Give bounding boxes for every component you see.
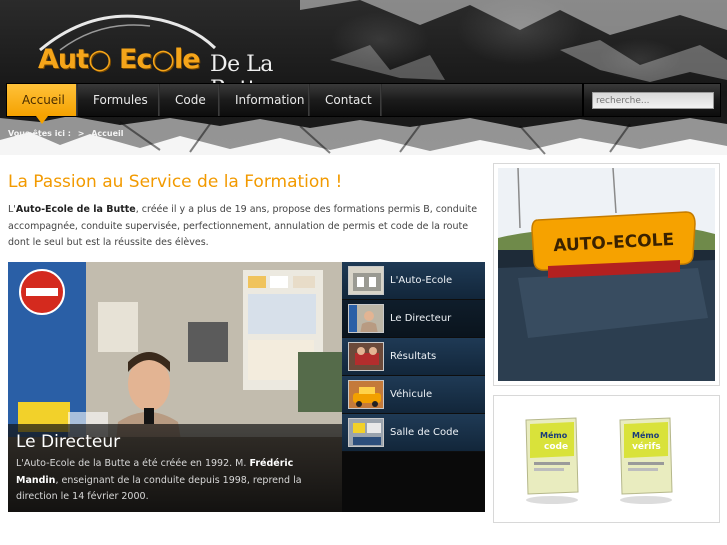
caption-post: , enseignant de la conduite depuis 1998,… xyxy=(16,474,302,503)
nav-item-formules[interactable]: Formules xyxy=(78,84,160,116)
site-logo[interactable]: Aut○ Ec○le De La Butte xyxy=(30,6,300,102)
logo-main-text: Aut○ Ec○le xyxy=(38,44,201,75)
slide-item-label: Salle de Code xyxy=(390,427,459,438)
memo2-line2: vérifs xyxy=(632,441,661,452)
sidebar-photo-box[interactable]: AUTO-ECOLE xyxy=(493,163,720,386)
search-input[interactable] xyxy=(592,92,714,109)
search-bar xyxy=(583,83,721,117)
slide-caption-title: Le Directeur xyxy=(16,432,121,452)
memo1-line2: code xyxy=(544,442,568,452)
auto-ecole-sign-photo: AUTO-ECOLE xyxy=(498,168,715,381)
results-thumbnail xyxy=(348,342,384,371)
memo-books-box[interactable]: Mémo code Mémo vérifs xyxy=(493,395,720,523)
site-header: Aut○ Ec○le De La Butte Accueil Formules … xyxy=(0,0,727,155)
nav-item-accueil[interactable]: Accueil xyxy=(7,84,78,124)
slide-item-vehicule[interactable]: Véhicule xyxy=(342,376,485,414)
main-nav: Accueil Formules Code Information Contac… xyxy=(6,83,583,124)
slide-item-label: L'Auto-Ecole xyxy=(390,275,453,286)
intro-school-name: Auto-Ecole de la Butte xyxy=(15,204,136,215)
vehicle-thumbnail xyxy=(348,380,384,409)
director-thumbnail xyxy=(348,304,384,333)
memo-books-illustration: Mémo code Mémo vérifs xyxy=(525,417,673,504)
breadcrumb-prefix: Vous êtes ici : xyxy=(8,129,71,138)
slide-item-label: Véhicule xyxy=(390,389,433,400)
slide-item-label: Résultats xyxy=(390,351,437,362)
presentation-slider: Le Directeur L'Auto-Ecole de la Butte a … xyxy=(8,262,485,512)
memo-verifs-book: Mémo vérifs xyxy=(619,417,673,504)
intro-paragraph: L'Auto-Ecole de la Butte, créée il y a p… xyxy=(8,202,483,252)
breadcrumb-separator: > xyxy=(77,129,85,138)
breadcrumb: Vous êtes ici : > Accueil xyxy=(8,129,128,138)
nav-item-information[interactable]: Information xyxy=(220,84,310,116)
memo-code-book: Mémo code xyxy=(525,417,579,504)
slide-item-label: Le Directeur xyxy=(390,313,452,324)
memo2-line1: Mémo xyxy=(632,430,660,440)
page-title: La Passion au Service de la Formation ! xyxy=(8,172,343,192)
slide-item-resultats[interactable]: Résultats xyxy=(342,338,485,376)
director-photo: Le Directeur L'Auto-Ecole de la Butte a … xyxy=(8,262,342,512)
building-thumbnail xyxy=(348,266,384,295)
slide-caption: Le Directeur L'Auto-Ecole de la Butte a … xyxy=(8,424,342,512)
slide-item-salle-de-code[interactable]: Salle de Code xyxy=(342,414,485,452)
nav-item-code[interactable]: Code xyxy=(160,84,220,116)
intro-pre: L' xyxy=(8,204,16,215)
caption-pre: L'Auto-Ecole de la Butte a été créée en … xyxy=(16,458,250,469)
slide-item-directeur[interactable]: Le Directeur xyxy=(342,300,485,338)
slide-item-auto-ecole[interactable]: L'Auto-Ecole xyxy=(342,262,485,300)
slide-menu: L'Auto-Ecole Le Directeur Résultats Véhi… xyxy=(342,262,485,512)
nav-item-contact[interactable]: Contact xyxy=(310,84,382,116)
memo1-line1: Mémo xyxy=(540,430,568,440)
slide-caption-text: L'Auto-Ecole de la Butte a été créée en … xyxy=(16,456,334,506)
classroom-thumbnail xyxy=(348,418,384,447)
breadcrumb-current[interactable]: Accueil xyxy=(91,129,123,138)
